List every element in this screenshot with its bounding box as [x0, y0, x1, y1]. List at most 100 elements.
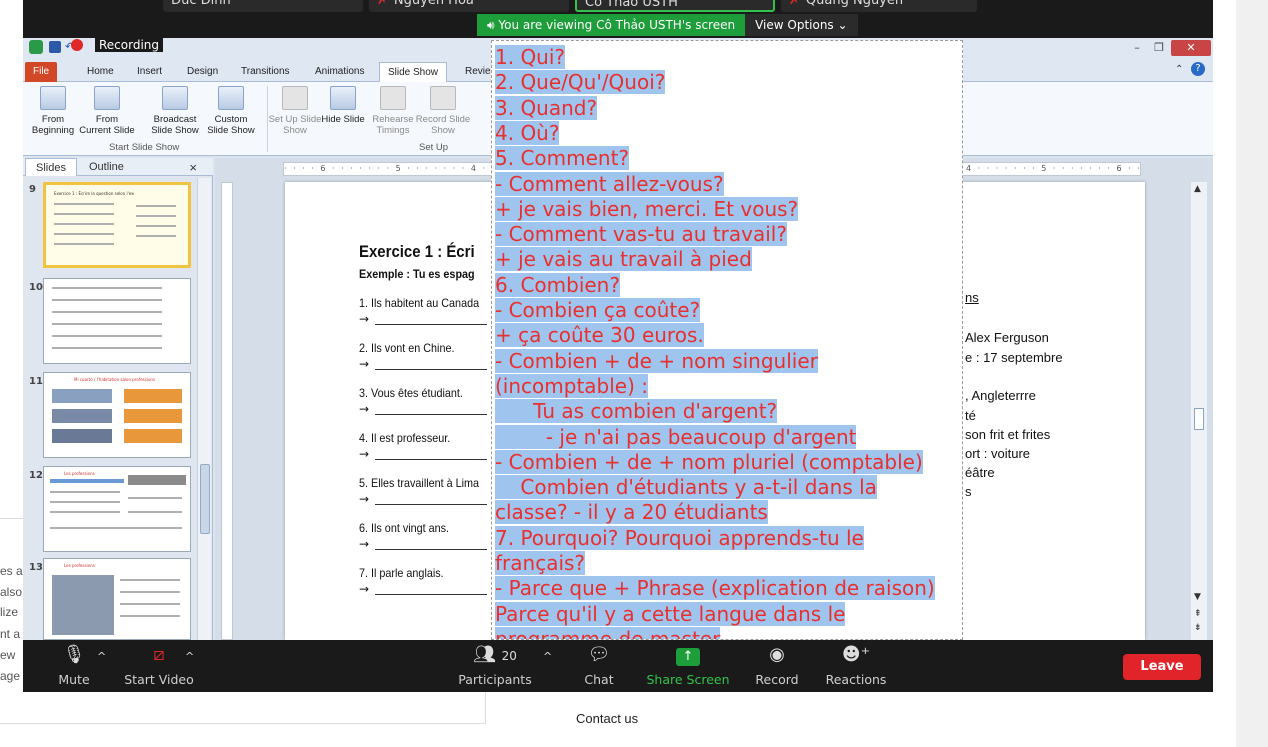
mute-button[interactable]: 🎙︎ Mute — [45, 644, 103, 687]
arrow-icon: → — [359, 582, 370, 596]
scroll-up-icon[interactable]: ▲ — [1194, 184, 1201, 194]
annotation-textbox[interactable]: 1. Qui? 2. Que/Qu'/Quoi? 3. Quand? 4. Où… — [491, 40, 963, 640]
close-panel-icon[interactable]: × — [179, 159, 207, 177]
slide-thumbnail[interactable]: Les professions — [43, 466, 191, 552]
slide-thumbnail[interactable] — [43, 278, 191, 364]
ruler-left-ticks: · · · · 6 · · · · · · · 5 · · · · · · · … — [284, 164, 515, 173]
thumb-line — [50, 491, 120, 493]
view-options-label: View Options — [755, 18, 834, 32]
thumb-image — [124, 409, 182, 423]
annotation-line: - Comment vas-tu au travail? — [495, 222, 787, 247]
tab-design[interactable]: Design — [179, 62, 226, 82]
slide-thumbnail[interactable]: Les professions — [43, 558, 191, 640]
from-current-slide-button[interactable]: From Current Slide — [79, 86, 135, 136]
close-icon[interactable]: ✕ — [1171, 40, 1211, 56]
record-slide-show-button[interactable]: Record Slide Show — [415, 86, 471, 136]
next-slide-icon[interactable]: ⇟ — [1194, 624, 1202, 633]
thumb-line — [54, 243, 114, 245]
participants-button[interactable]: 👥︎ 20 Participants — [455, 644, 535, 687]
thumb-line — [52, 335, 162, 337]
thumb-line — [50, 511, 120, 513]
tab-outline[interactable]: Outline — [79, 158, 134, 176]
contact-us-link[interactable]: Contact us — [576, 711, 638, 726]
screen-share-banner: 🔊︎ You are viewing Cô Thảo USTH's screen… — [477, 14, 858, 36]
chevron-up-icon[interactable]: ^ — [543, 650, 552, 663]
setup-icon — [282, 86, 308, 110]
scroll-down-icon[interactable]: ▼ — [1194, 592, 1201, 602]
annotation-line: 5. Comment? — [495, 146, 630, 171]
panel-scrollbar[interactable] — [197, 178, 211, 640]
participant-tile[interactable]: Đức Đình — [163, 0, 363, 12]
slide-thumbnail-selected[interactable]: Exercice 1 : Écrire la question selon l'… — [43, 182, 191, 268]
help-icon[interactable]: ? — [1191, 62, 1205, 76]
minimize-icon[interactable]: – — [1125, 40, 1149, 56]
thumb-line — [120, 615, 180, 617]
scrollbar-thumb[interactable] — [1194, 408, 1204, 430]
button-label: Rehearse Timings — [372, 114, 414, 136]
participant-tile[interactable]: ✗ Quang Nguyễn — [781, 0, 977, 12]
collapse-ribbon-icon[interactable]: ⌃ — [1175, 64, 1183, 75]
thumb-line — [52, 287, 162, 289]
slideshow-current-icon — [94, 86, 120, 110]
arrow-icon: → — [359, 447, 370, 461]
annotation-line: 6. Combien? — [495, 272, 620, 297]
view-options-button[interactable]: View Options ⌄ — [745, 14, 858, 36]
background-text-fragment: lize — [0, 605, 19, 619]
restore-icon[interactable]: ❐ — [1147, 40, 1171, 56]
exercise-title: Exercice 1 : Écri — [359, 242, 475, 261]
share-screen-button[interactable]: ↑ Share Screen — [643, 644, 733, 687]
scrollbar-thumb[interactable] — [200, 464, 210, 534]
annotation-line: - Combien ça coûte? — [495, 298, 701, 322]
previous-slide-icon[interactable]: ⇞ — [1194, 610, 1202, 619]
slide-right-text: , Angleterrre — [965, 388, 1036, 403]
tab-animations[interactable]: Animations — [307, 62, 372, 82]
exercise-item: 2. Ils vont en Chine. — [359, 341, 455, 355]
record-button[interactable]: ◉ Record — [751, 644, 803, 687]
chat-button[interactable]: 💬︎ Chat — [577, 644, 621, 687]
chevron-up-icon[interactable]: ^ — [97, 650, 106, 663]
slide-number: 13 — [29, 562, 43, 573]
smiley-plus-icon: ☻⁺ — [841, 644, 871, 665]
start-video-label: Start Video — [124, 672, 194, 687]
tab-insert[interactable]: Insert — [129, 62, 170, 82]
leave-button[interactable]: Leave — [1123, 654, 1201, 680]
annotation-line: 1. Qui? — [495, 45, 566, 69]
from-beginning-button[interactable]: From Beginning — [25, 86, 81, 136]
chevron-up-icon[interactable]: ^ — [185, 650, 194, 663]
save-icon[interactable] — [49, 41, 61, 53]
tab-slides[interactable]: Slides — [25, 158, 77, 176]
broadcast-slide-show-button[interactable]: Broadcast Slide Show — [147, 86, 203, 136]
tab-file[interactable]: File — [25, 62, 58, 82]
arrow-icon: → — [359, 537, 370, 551]
thumb-line — [54, 203, 114, 205]
slide-thumbnail[interactable]: Mi cuarto / l'habitation salon professio… — [43, 372, 191, 458]
exercise-example: Exemple : Tu es espag — [359, 267, 475, 281]
annotation-line: Tu as combien d'argent? — [495, 399, 778, 424]
participant-tile[interactable]: ✗ Nguyễn Hoà — [369, 0, 569, 12]
hide-slide-button[interactable]: Hide Slide — [315, 86, 371, 125]
participant-tile-active[interactable]: Cô Thảo USTH — [575, 0, 775, 12]
reactions-button[interactable]: ☻⁺ Reactions — [821, 644, 891, 687]
custom-slide-show-button[interactable]: Custom Slide Show — [203, 86, 259, 136]
answer-line — [375, 594, 487, 595]
shield-icon — [29, 40, 43, 54]
arrow-icon: → — [359, 312, 370, 326]
slide-right-text: son frit et frites — [965, 427, 1051, 442]
share-screen-icon: ↑ — [643, 644, 733, 666]
speaker-icon: 🔊︎ — [487, 18, 499, 32]
tab-home[interactable]: Home — [79, 62, 122, 82]
group-label-setup: Set Up — [419, 142, 449, 153]
exercise-item: 5. Elles travaillent à Lima — [359, 476, 480, 490]
slides-panel: Slides Outline × 9 Exercice 1 : Écrire l… — [23, 158, 213, 640]
tab-transitions[interactable]: Transitions — [233, 62, 298, 82]
arrow-icon: → — [359, 357, 370, 371]
thumb-line — [52, 347, 162, 349]
record-label: Record — [755, 672, 799, 687]
editor-scrollbar[interactable]: ▲ ▼ ⇞ ⇟ — [1191, 182, 1207, 640]
rehearse-timings-button[interactable]: Rehearse Timings — [365, 86, 421, 136]
participants-icon: 👥︎ 20 — [473, 644, 517, 665]
thumb-title: Les professions — [64, 563, 95, 568]
background-text-fragment: also — [0, 585, 23, 599]
tab-slide-show[interactable]: Slide Show — [379, 62, 448, 82]
vertical-ruler — [221, 182, 233, 640]
